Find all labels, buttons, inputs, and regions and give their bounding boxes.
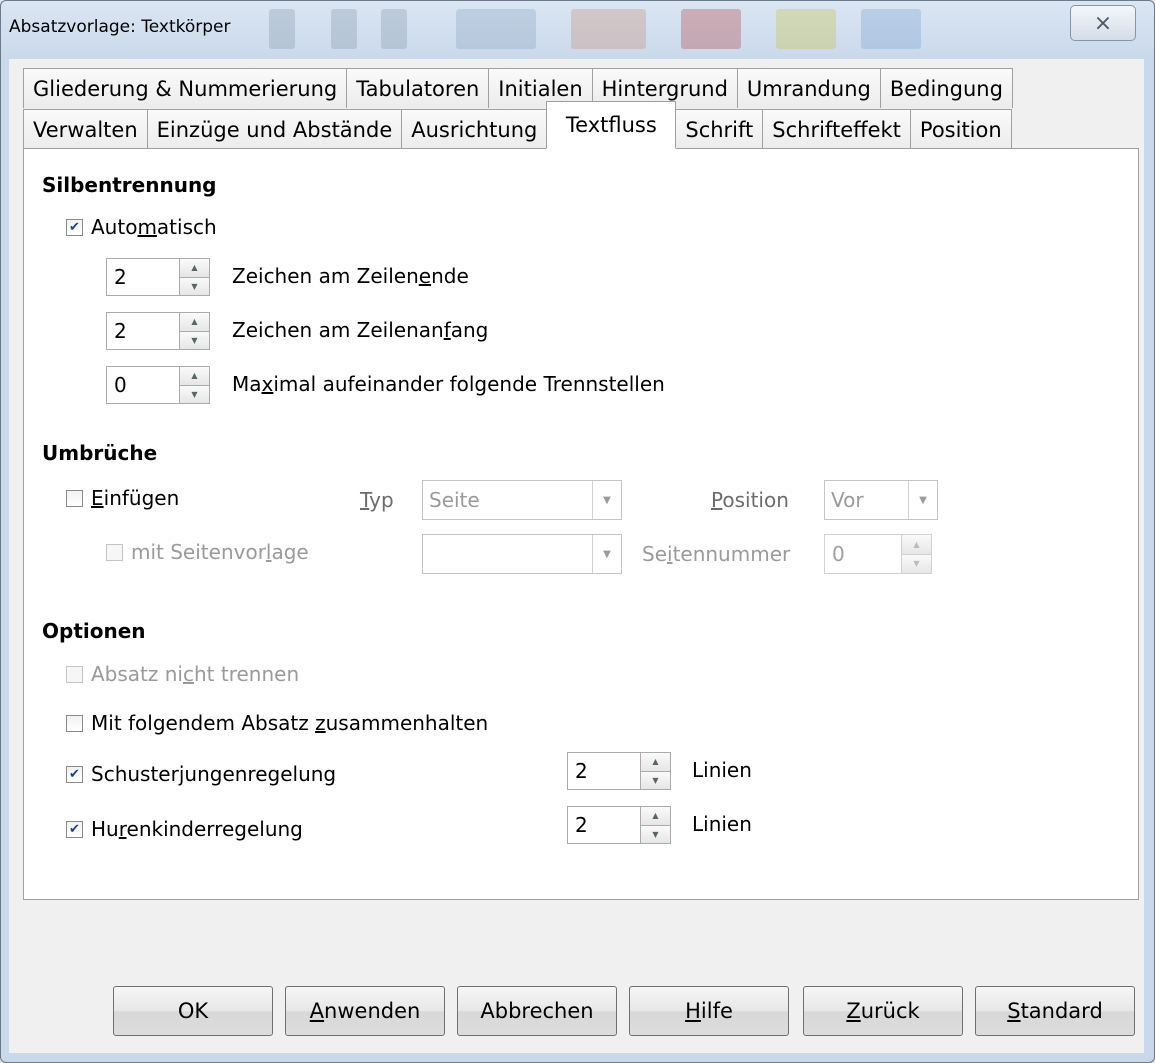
orphan-control-checkbox[interactable]: ✔ — [66, 765, 83, 783]
close-icon: ⨯ — [1093, 10, 1113, 36]
tab-position[interactable]: Position — [909, 109, 1012, 149]
spin-up-icon[interactable]: ▲ — [179, 313, 209, 332]
spin-up-icon[interactable]: ▲ — [901, 535, 931, 555]
spin-down-icon[interactable]: ▼ — [179, 331, 209, 349]
spin-up-icon[interactable]: ▲ — [179, 259, 209, 278]
tab-organizer[interactable]: Verwalten — [23, 109, 148, 149]
auto-hyphenation-checkbox-row[interactable]: ✔ Automatisch — [66, 215, 217, 239]
orphan-lines-unit: Linien — [692, 758, 752, 782]
help-button[interactable]: Hilfe — [629, 986, 789, 1036]
insert-break-checkbox[interactable] — [66, 489, 83, 507]
dialog-window: Absatzvorlage: Textkörper ⨯ Gliederung &… — [0, 0, 1155, 1063]
with-page-style-checkbox[interactable] — [106, 543, 123, 561]
ok-button[interactable]: OK — [113, 986, 273, 1036]
background-toolbar-icon — [681, 9, 741, 49]
orphan-lines-spinner[interactable]: 2 ▲ ▼ — [567, 752, 671, 790]
keep-with-next-label: Mit folgendem Absatz zusammenhalten — [91, 711, 489, 735]
background-toolbar-icon — [331, 9, 357, 49]
chars-at-line-start-spinner[interactable]: 2 ▲ ▼ — [106, 312, 210, 350]
max-hyphens-spinner[interactable]: 0 ▲ ▼ — [106, 366, 210, 404]
tab-text-flow[interactable]: Textfluss — [546, 101, 677, 149]
auto-hyphenation-label: Automatisch — [91, 215, 217, 239]
page-style-value — [423, 535, 592, 573]
tab-outline-numbering[interactable]: Gliederung & Nummerierung — [23, 68, 348, 108]
widow-lines-value[interactable]: 2 — [568, 807, 640, 843]
background-toolbar-icon — [456, 9, 536, 49]
background-toolbar-icon — [381, 9, 407, 49]
keep-with-next-checkbox[interactable] — [66, 714, 83, 732]
window-title: Absatzvorlage: Textkörper — [9, 17, 231, 37]
standard-button[interactable]: Standard — [975, 986, 1135, 1036]
break-type-label: Typ — [360, 488, 394, 512]
chars-at-line-end-value[interactable]: 2 — [107, 259, 179, 295]
options-heading: Optionen — [42, 619, 146, 643]
hyphenation-heading: Silbentrennung — [42, 173, 217, 197]
insert-break-label: Einfügen — [91, 486, 180, 510]
widow-lines-unit: Linien — [692, 812, 752, 836]
tab-row-2: Verwalten Einzüge und Abstände Ausrichtu… — [23, 101, 1012, 149]
auto-hyphenation-checkbox[interactable]: ✔ — [66, 218, 83, 236]
keep-with-next-checkbox-row[interactable]: Mit folgendem Absatz zusammenhalten — [66, 711, 488, 735]
spin-down-icon[interactable]: ▼ — [640, 771, 670, 789]
widow-control-checkbox[interactable]: ✔ — [66, 820, 83, 838]
tab-font-effects[interactable]: Schrifteffekt — [762, 109, 911, 149]
break-type-dropdown[interactable]: Seite ▼ — [422, 480, 622, 520]
keep-together-checkbox[interactable] — [66, 665, 83, 683]
spin-down-icon[interactable]: ▼ — [179, 385, 209, 403]
break-position-value: Vor — [831, 488, 864, 512]
dropdown-arrow-icon[interactable]: ▼ — [592, 481, 621, 519]
with-page-style-checkbox-row[interactable]: mit Seitenvorlage — [106, 540, 309, 564]
close-button[interactable]: ⨯ — [1070, 5, 1136, 41]
chars-at-line-start-value[interactable]: 2 — [107, 313, 179, 349]
tab-row-1: Gliederung & Nummerierung Tabulatoren In… — [23, 68, 1013, 108]
break-position-label: Position — [711, 488, 789, 512]
tab-font[interactable]: Schrift — [675, 109, 764, 149]
widow-control-checkbox-row[interactable]: ✔ Hurenkinderregelung — [66, 817, 303, 841]
spin-up-icon[interactable]: ▲ — [179, 367, 209, 386]
title-bar: Absatzvorlage: Textkörper ⨯ — [1, 1, 1154, 59]
page-number-value[interactable]: 0 — [825, 535, 901, 573]
spin-up-icon[interactable]: ▲ — [640, 807, 670, 826]
break-position-dropdown[interactable]: Vor ▼ — [824, 480, 938, 520]
breaks-heading: Umbrüche — [42, 441, 158, 465]
background-toolbar-icon — [776, 9, 836, 49]
dropdown-arrow-icon[interactable]: ▼ — [908, 481, 937, 519]
keep-together-label: Absatz nicht trennen — [91, 662, 300, 686]
max-hyphens-value[interactable]: 0 — [107, 367, 179, 403]
orphan-control-checkbox-row[interactable]: ✔ Schusterjungenregelung — [66, 762, 336, 786]
dropdown-arrow-icon[interactable]: ▼ — [592, 535, 621, 573]
chars-at-line-end-spinner[interactable]: 2 ▲ ▼ — [106, 258, 210, 296]
reset-button[interactable]: Zurück — [803, 986, 963, 1036]
cancel-button[interactable]: Abbrechen — [457, 986, 617, 1036]
page-number-spinner[interactable]: 0 ▲ ▼ — [824, 534, 932, 574]
spin-down-icon[interactable]: ▼ — [901, 554, 931, 573]
widow-control-label: Hurenkinderregelung — [91, 817, 303, 841]
tab-tabs[interactable]: Tabulatoren — [346, 68, 490, 108]
insert-break-checkbox-row[interactable]: Einfügen — [66, 486, 179, 510]
tab-condition[interactable]: Bedingung — [879, 68, 1013, 108]
background-toolbar-icon — [861, 9, 921, 49]
background-toolbar-icon — [269, 9, 295, 49]
page-number-label: Seitennummer — [642, 542, 791, 566]
tab-alignment[interactable]: Ausrichtung — [401, 109, 548, 149]
page-style-dropdown[interactable]: ▼ — [422, 534, 622, 574]
break-type-value: Seite — [429, 488, 480, 512]
chars-at-line-end-label: Zeichen am Zeilenende — [232, 264, 469, 288]
tab-indents-spacing[interactable]: Einzüge und Abstände — [146, 109, 403, 149]
orphan-control-label: Schusterjungenregelung — [91, 762, 337, 786]
tab-borders[interactable]: Umrandung — [736, 68, 881, 108]
widow-lines-spinner[interactable]: 2 ▲ ▼ — [567, 806, 671, 844]
apply-button[interactable]: Anwenden — [285, 986, 445, 1036]
spin-down-icon[interactable]: ▼ — [179, 277, 209, 295]
keep-together-checkbox-row[interactable]: Absatz nicht trennen — [66, 662, 299, 686]
max-hyphens-label: Maximal aufeinander folgende Trennstelle… — [232, 372, 665, 396]
spin-down-icon[interactable]: ▼ — [640, 825, 670, 843]
chars-at-line-start-label: Zeichen am Zeilenanfang — [232, 318, 489, 342]
orphan-lines-value[interactable]: 2 — [568, 753, 640, 789]
text-flow-panel: Silbentrennung ✔ Automatisch 2 ▲ ▼ Zeiche… — [23, 148, 1139, 900]
background-toolbar-icon — [571, 9, 646, 49]
with-page-style-label: mit Seitenvorlage — [131, 540, 309, 564]
spin-up-icon[interactable]: ▲ — [640, 753, 670, 772]
dialog-client: Gliederung & Nummerierung Tabulatoren In… — [9, 59, 1144, 1053]
